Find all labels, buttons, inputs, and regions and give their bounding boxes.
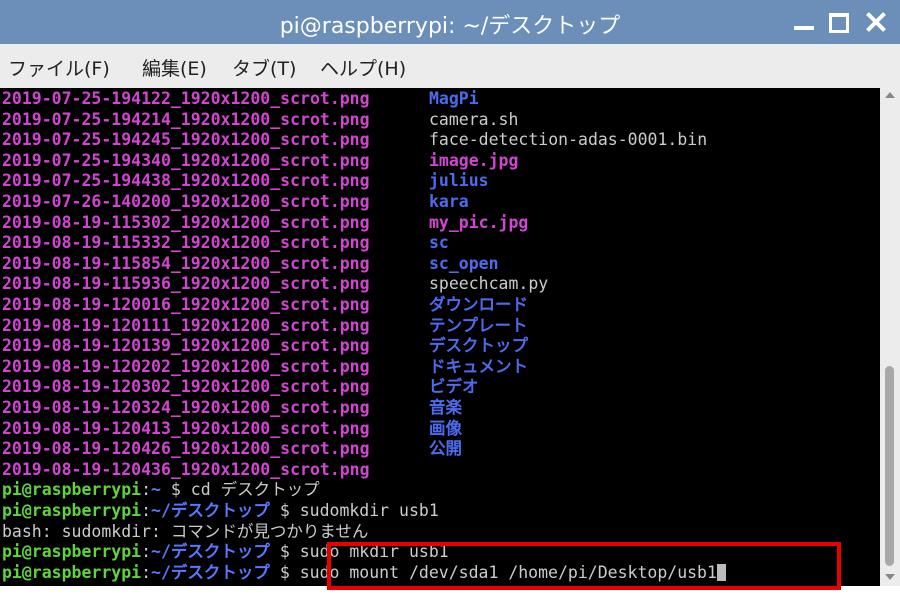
listing-file-left: 2019-08-19-120413_1920x1200_scrot.png (2, 418, 370, 438)
listing-file-right: 画像 (429, 418, 462, 438)
prompt-dollar: $ (269, 562, 300, 582)
prompt-user: pi@raspberrypi (2, 542, 142, 562)
vertical-scrollbar[interactable] (880, 88, 900, 586)
prompt-path: ~ (151, 480, 161, 500)
listing-file-right: ビデオ (429, 377, 479, 397)
minimize-icon[interactable] (790, 8, 818, 36)
prompt-colon: : (141, 562, 152, 582)
listing-file-left: 2019-08-19-120139_1920x1200_scrot.png (2, 336, 370, 356)
close-icon[interactable] (862, 8, 890, 36)
listing-file-left: 2019-08-19-120302_1920x1200_scrot.png (2, 377, 370, 397)
prompt-user: pi@raspberrypi (2, 480, 142, 500)
prompt-user: pi@raspberrypi (2, 562, 142, 582)
command-output: bash: sudomkdir: コマンドが見つかりません (2, 521, 369, 541)
menu-help[interactable]: ヘルプ(H) (320, 54, 406, 81)
listing-file-right: speechcam.py (429, 274, 549, 294)
listing-file-left: 2019-08-19-120426_1920x1200_scrot.png (2, 439, 370, 459)
listing-file-right: テンプレート (429, 315, 528, 335)
prompt-dollar: $ (269, 501, 300, 520)
command-text: sudomkdir usb1 (299, 501, 439, 520)
prompt-colon: : (141, 501, 152, 520)
listing-file-right: sc_open (429, 253, 499, 273)
listing-file-right: camera.sh (429, 109, 519, 129)
listing-file-right: sc (429, 233, 449, 253)
listing-file-left: 2019-08-19-120202_1920x1200_scrot.png (2, 356, 370, 376)
prompt-user: pi@raspberrypi (2, 501, 142, 520)
listing-file-left: 2019-08-19-120436_1920x1200_scrot.png (2, 459, 370, 479)
listing-file-left: 2019-07-26-140200_1920x1200_scrot.png (2, 192, 370, 211)
prompt-path: ~/デスクトップ (151, 562, 270, 582)
listing-file-right: kara (429, 192, 469, 211)
listing-file-left: 2019-08-19-115936_1920x1200_scrot.png (2, 274, 370, 294)
listing-file-right: julius (429, 171, 489, 191)
prompt-path: ~/デスクトップ (151, 542, 270, 562)
menu-tabs[interactable]: タブ(T) (232, 54, 296, 81)
maximize-icon[interactable] (825, 8, 853, 36)
listing-file-left: 2019-07-25-194245_1920x1200_scrot.png (2, 130, 370, 150)
listing-file-left: 2019-08-19-120324_1920x1200_scrot.png (2, 398, 370, 417)
listing-file-right: ドキュメント (429, 356, 528, 376)
terminal-line: pi@raspberrypi:~ $ cd デスクトップ (2, 479, 320, 500)
prompt-dollar: $ (160, 480, 191, 500)
listing-file-left: 2019-08-19-120016_1920x1200_scrot.png (2, 295, 370, 314)
listing-file-right: 公開 (429, 439, 462, 459)
terminal-window: pi@raspberrypi: ~/デスクトップ ファイル(F) 編集(E) タ… (0, 0, 900, 600)
terminal-line: bash: sudomkdir: コマンドが見つかりません (2, 521, 368, 542)
listing-file-right: 音楽 (429, 398, 462, 417)
title-bar[interactable]: pi@raspberrypi: ~/デスクトップ (0, 0, 900, 44)
prompt-dollar: $ (269, 542, 300, 562)
listing-file-right: face-detection-adas-0001.bin (429, 130, 708, 150)
listing-file-left: 2019-08-19-120111_1920x1200_scrot.png (2, 315, 370, 335)
scroll-thumb[interactable] (885, 366, 894, 566)
terminal-output[interactable]: 2019-07-25-194122_1920x1200_scrot.png Mag… (0, 88, 880, 586)
listing-file-left: 2019-07-25-194340_1920x1200_scrot.png (2, 150, 370, 170)
listing-file-left: 2019-08-19-115332_1920x1200_scrot.png (2, 233, 370, 253)
window-title: pi@raspberrypi: ~/デスクトップ (279, 14, 621, 39)
listing-file-left: 2019-07-25-194438_1920x1200_scrot.png (2, 171, 370, 191)
listing-file-left: 2019-08-19-115302_1920x1200_scrot.png (2, 212, 370, 232)
prompt-path: ~/デスクトップ (151, 501, 270, 520)
scroll-up-icon[interactable] (885, 92, 895, 98)
menu-file[interactable]: ファイル(F) (8, 54, 110, 81)
terminal-line: pi@raspberrypi:~/デスクトップ $ sudomkdir usb1 (2, 500, 439, 521)
command-text: cd デスクトップ (190, 480, 320, 500)
menu-bar: ファイル(F) 編集(E) タブ(T) ヘルプ(H) (0, 44, 900, 88)
annotation-highlight-box (327, 542, 841, 590)
listing-file-right: ダウンロード (429, 295, 528, 314)
listing-file-left: 2019-07-25-194122_1920x1200_scrot.png (2, 89, 370, 108)
listing-file-right: MagPi (429, 89, 479, 108)
menu-edit[interactable]: 編集(E) (142, 54, 207, 81)
listing-file-right: デスクトップ (429, 336, 528, 356)
listing-file-left: 2019-08-19-115854_1920x1200_scrot.png (2, 253, 370, 273)
scroll-down-icon[interactable] (885, 574, 895, 580)
listing-file-right: image.jpg (429, 150, 519, 170)
prompt-colon: : (141, 542, 152, 562)
listing-file-left: 2019-07-25-194214_1920x1200_scrot.png (2, 109, 370, 129)
listing-file-right: my_pic.jpg (429, 212, 529, 232)
prompt-colon: : (141, 480, 152, 500)
